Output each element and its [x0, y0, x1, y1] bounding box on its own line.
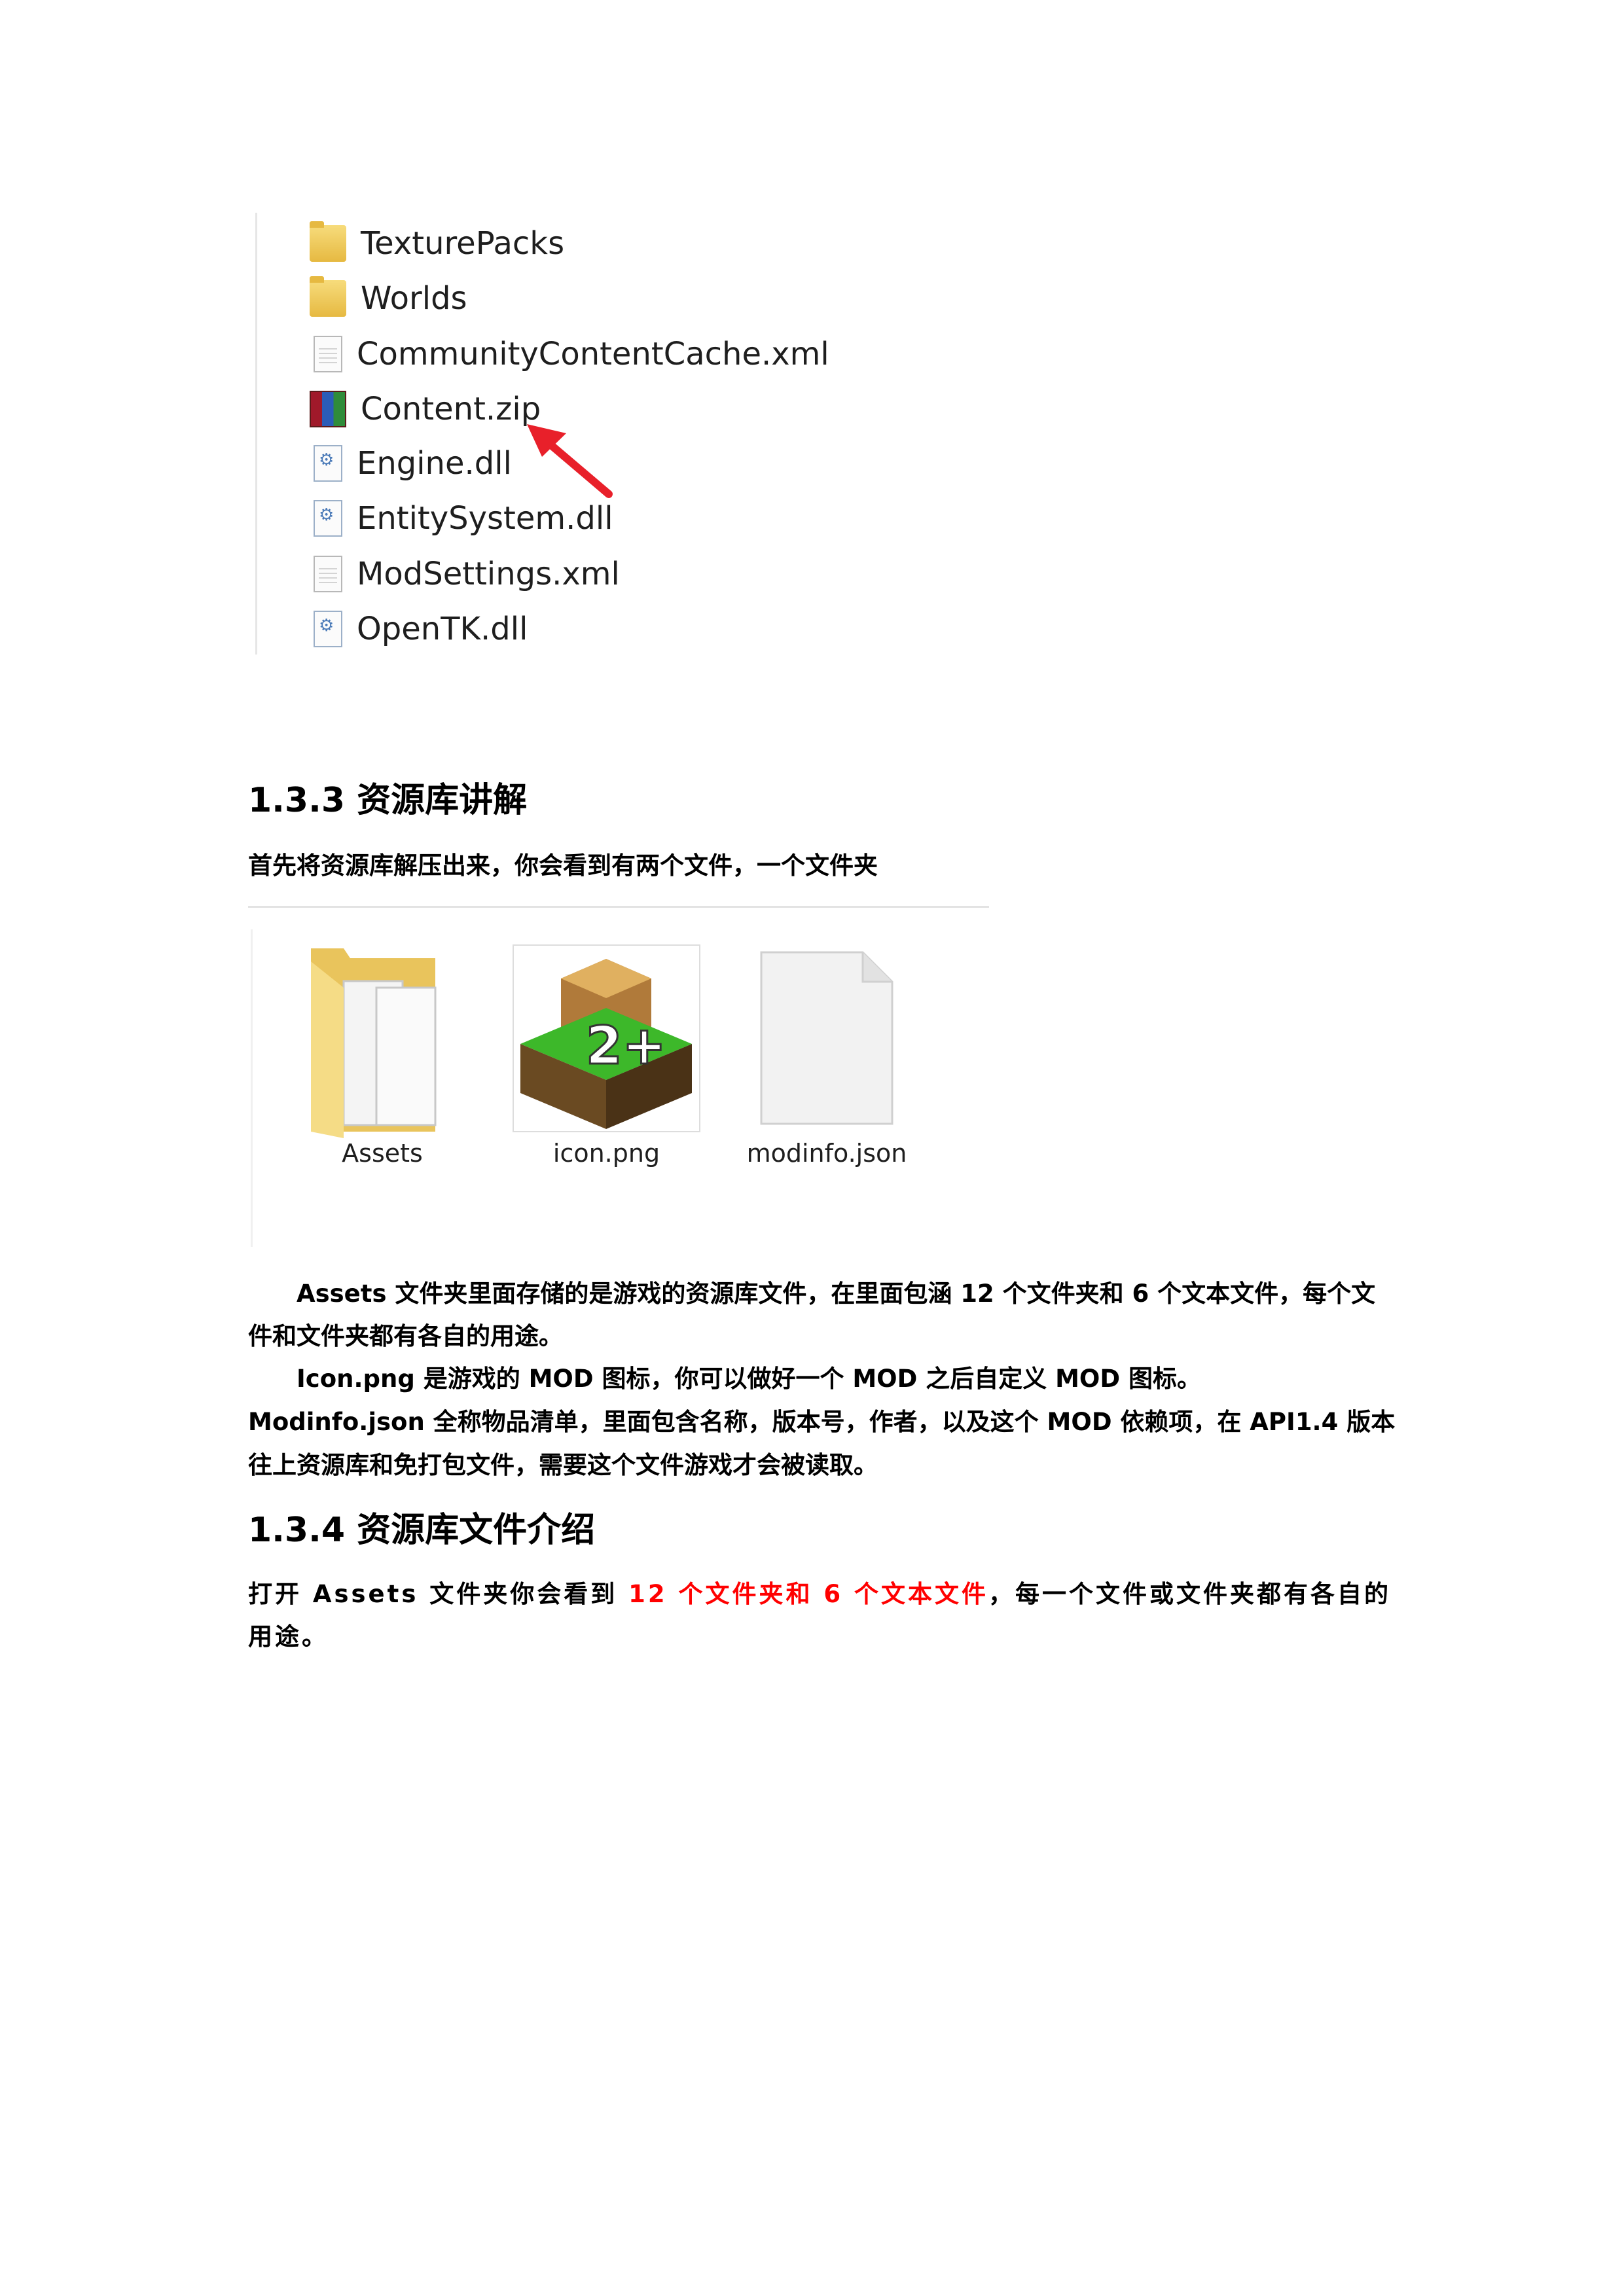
- paragraph-assets-line2: 件和文件夹都有各自的用途。: [248, 1322, 563, 1350]
- file-item-texturepacks[interactable]: TexturePacks: [310, 221, 564, 266]
- paragraph-assets-line1: Assets 文件夹里面存储的是游戏的资源库文件，在里面包涵 12 个文件夹和 …: [297, 1280, 1376, 1308]
- file-item-content-zip[interactable]: Content.zip: [310, 386, 541, 432]
- dll-file-icon: [314, 500, 342, 537]
- file-name: CommunityContentCache.xml: [357, 336, 829, 372]
- thumb-assets[interactable]: [304, 942, 460, 1138]
- paragraph-modinfo-line2: 往上资源库和免打包文件，需要这个文件游戏才会被读取。: [248, 1451, 878, 1479]
- thumb-label: modinfo.json: [746, 1139, 907, 1168]
- file-item-opentk-dll[interactable]: OpenTK.dll: [310, 606, 528, 652]
- file-name: Content.zip: [361, 391, 541, 427]
- dll-file-icon: [314, 611, 342, 647]
- file-item-communitycontentcache[interactable]: CommunityContentCache.xml: [310, 331, 829, 377]
- paragraph-icon: Icon.png 是游戏的 MOD 图标，你可以做好一个 MOD 之后自定义 M…: [297, 1365, 1201, 1393]
- paragraph-modinfo-line1: Modinfo.json 全称物品清单，里面包含名称，版本号，作者，以及这个 M…: [248, 1408, 1396, 1436]
- survivalcraft-icon: 2+: [514, 946, 699, 1131]
- highlighted-text: 12 个文件夹和 6 个文本文件: [628, 1580, 989, 1608]
- svg-text:2+: 2+: [586, 1015, 666, 1076]
- file-name: ModSettings.xml: [357, 556, 620, 592]
- file-name: OpenTK.dll: [357, 611, 528, 647]
- red-arrow-annotation-icon: [527, 424, 613, 498]
- divider: [248, 906, 989, 908]
- file-item-worlds[interactable]: Worlds: [310, 276, 467, 321]
- dll-file-icon: [314, 445, 342, 482]
- xml-document-icon: [314, 556, 342, 592]
- section-heading-1-3-4: 1.3.4 资源库文件介绍: [248, 1511, 596, 1550]
- text: ，每一个文件或文件夹都有各自的: [988, 1580, 1392, 1608]
- blank-file-icon: [760, 951, 893, 1125]
- xml-document-icon: [314, 336, 342, 372]
- winrar-archive-icon: [310, 391, 346, 427]
- file-item-modsettings[interactable]: ModSettings.xml: [310, 551, 620, 597]
- thumb-label: icon.png: [552, 1139, 660, 1168]
- thumb-icon-png[interactable]: 2+: [513, 944, 700, 1132]
- file-item-engine-dll[interactable]: Engine.dll: [310, 440, 512, 486]
- folder-icon: [311, 948, 437, 1138]
- section-134-paragraph-line1: 打开 Assets 文件夹你会看到 12 个文件夹和 6 个文本文件，每一个文件…: [248, 1574, 1391, 1609]
- section-intro: 首先将资源库解压出来，你会看到有两个文件，一个文件夹: [248, 852, 878, 880]
- file-name: Engine.dll: [357, 445, 512, 482]
- section-heading-1-3-3: 1.3.3 资源库讲解: [248, 781, 528, 820]
- file-name: Worlds: [361, 280, 467, 317]
- file-name: TexturePacks: [361, 225, 565, 262]
- section-134-paragraph-line2: 用途。: [248, 1623, 329, 1651]
- text: 打开 Assets 文件夹你会看到: [248, 1580, 629, 1608]
- thumb-modinfo-json[interactable]: [758, 949, 895, 1127]
- folder-icon: [310, 221, 346, 262]
- folder-contents-view: Assets 2+ icon.png modinfo.json: [251, 929, 1038, 1247]
- folder-icon: [310, 276, 346, 317]
- thumb-label: Assets: [342, 1139, 423, 1168]
